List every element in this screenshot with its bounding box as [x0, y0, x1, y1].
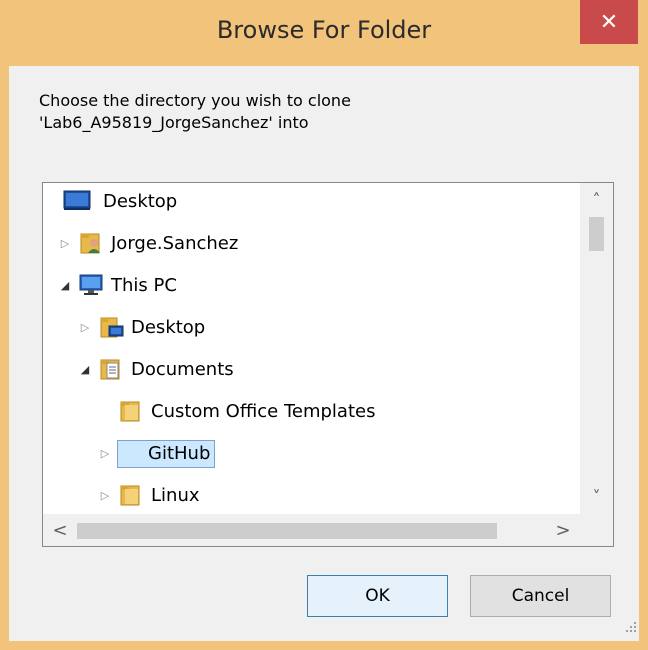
- chevron-up-icon: ˄: [592, 190, 601, 209]
- expand-arrow-icon[interactable]: ▷: [99, 488, 111, 504]
- cancel-button[interactable]: Cancel: [470, 575, 611, 617]
- user-folder-icon: [79, 231, 105, 255]
- expand-arrow-icon[interactable]: ▷: [79, 320, 91, 336]
- tree-item-linux[interactable]: ▷ Linux: [43, 479, 580, 513]
- close-icon: ✕: [599, 9, 619, 35]
- close-button[interactable]: ✕: [580, 0, 638, 44]
- tree-item-label: Desktop: [103, 191, 178, 212]
- tree-item-label: Jorge.Sanchez: [111, 233, 239, 254]
- scroll-right-button[interactable]: >: [546, 514, 580, 546]
- scroll-up-button[interactable]: ˄: [580, 183, 613, 217]
- tree-item-label: Custom Office Templates: [151, 401, 376, 422]
- tree-item-custom-office-templates[interactable]: Custom Office Templates: [43, 395, 580, 429]
- dialog-body: Choose the directory you wish to clone '…: [9, 66, 639, 641]
- tree-item-documents[interactable]: ◢ Documents: [43, 353, 580, 387]
- ok-button[interactable]: OK: [307, 575, 448, 617]
- documents-folder-icon: [99, 357, 125, 381]
- tree-item-desktop-root[interactable]: Desktop: [43, 185, 580, 219]
- tree-item-label-selected: GitHub: [117, 440, 216, 468]
- tree-view: Desktop ▷ Jorge.Sanchez ◢ This PC ▷ Desk…: [43, 183, 580, 514]
- folder-tree[interactable]: Desktop ▷ Jorge.Sanchez ◢ This PC ▷ Desk…: [42, 182, 614, 547]
- collapse-arrow-icon[interactable]: ◢: [59, 278, 71, 294]
- tree-item-label: Documents: [131, 359, 234, 380]
- resize-grip-icon[interactable]: [623, 618, 637, 632]
- chevron-left-icon: <: [52, 520, 68, 541]
- collapse-arrow-icon[interactable]: ◢: [79, 362, 91, 378]
- computer-icon: [77, 273, 103, 297]
- dialog-title: Browse For Folder: [216, 16, 432, 44]
- tree-item-label: Linux: [151, 485, 200, 506]
- desktop-folder-icon: [99, 315, 125, 339]
- scroll-left-button[interactable]: <: [43, 514, 77, 546]
- tree-item-this-pc[interactable]: ◢ This PC: [43, 269, 580, 303]
- scrollbar-corner: [580, 514, 613, 546]
- vertical-scroll-thumb[interactable]: [589, 217, 604, 251]
- prompt-line-1: Choose the directory you wish to clone: [39, 91, 351, 110]
- tree-item-label: Desktop: [131, 317, 206, 338]
- vertical-scrollbar[interactable]: ˄ ˅: [580, 183, 613, 514]
- tree-item-desktop[interactable]: ▷ Desktop: [43, 311, 580, 345]
- horizontal-scrollbar[interactable]: < >: [43, 514, 580, 546]
- expand-arrow-icon[interactable]: ▷: [59, 236, 71, 252]
- chevron-right-icon: >: [555, 520, 571, 541]
- chevron-down-icon: ˅: [592, 487, 601, 506]
- tree-item-jorge-sanchez[interactable]: ▷ Jorge.Sanchez: [43, 227, 580, 261]
- scroll-down-button[interactable]: ˅: [580, 480, 613, 514]
- desktop-icon: [63, 189, 91, 213]
- folder-icon: [119, 399, 145, 423]
- tree-item-label: This PC: [111, 275, 177, 296]
- prompt-line-2: 'Lab6_A95819_JorgeSanchez' into: [39, 113, 309, 132]
- title-bar[interactable]: Browse For Folder ✕: [0, 0, 648, 66]
- browse-for-folder-dialog: Browse For Folder ✕ Choose the directory…: [0, 0, 648, 650]
- expand-arrow-icon[interactable]: ▷: [99, 446, 111, 462]
- prompt-text: Choose the directory you wish to clone '…: [39, 90, 599, 134]
- tree-item-github[interactable]: ▷ GitHub: [43, 437, 580, 471]
- folder-icon: [119, 483, 145, 507]
- horizontal-scroll-thumb[interactable]: [77, 523, 497, 539]
